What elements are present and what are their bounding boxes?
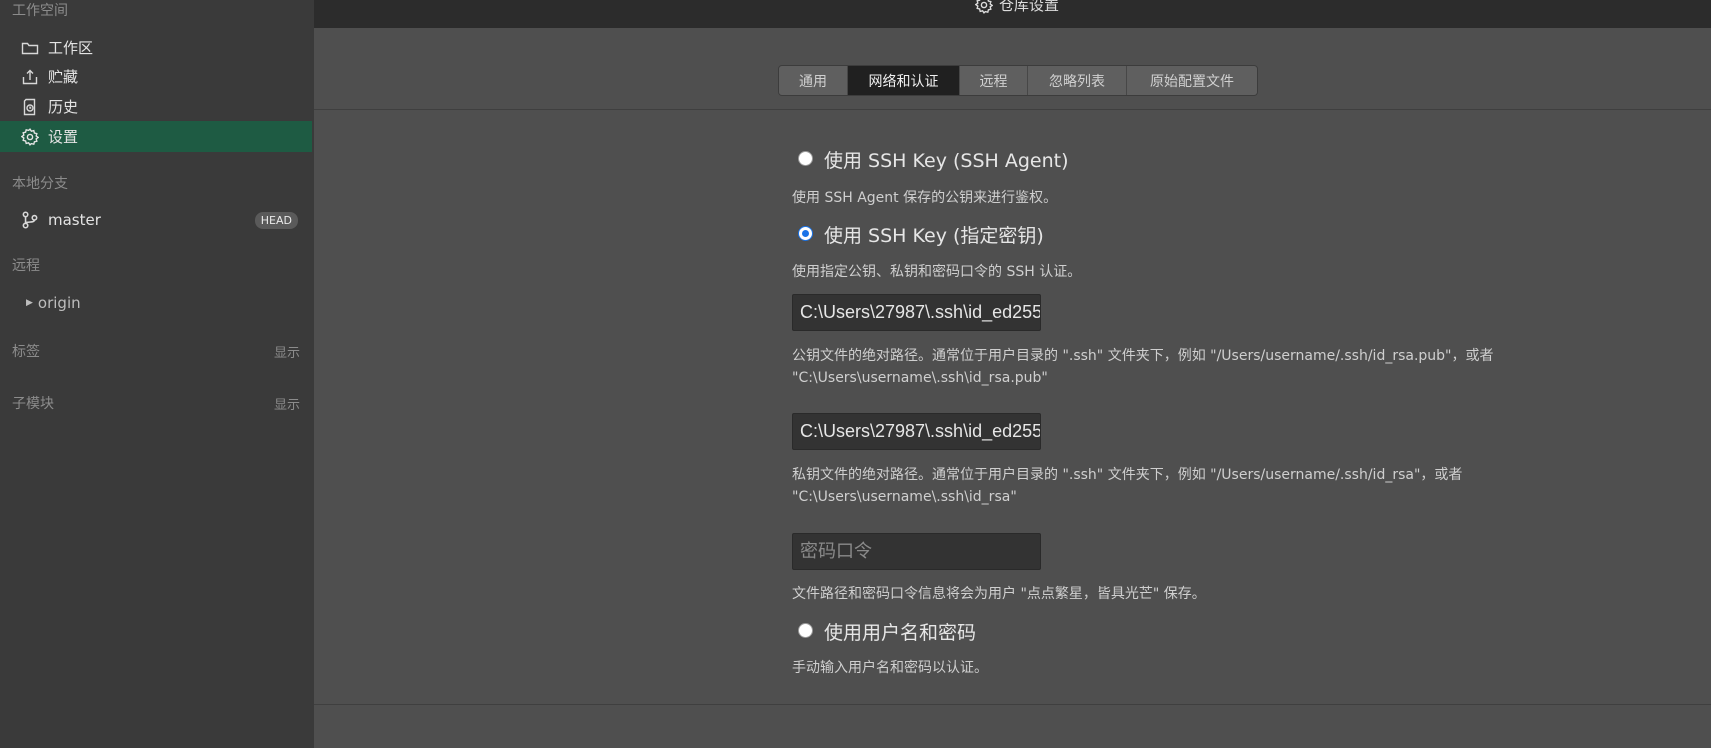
submodules-section-title: 子模块 bbox=[12, 396, 54, 412]
sidebar-item-label: 工作区 bbox=[48, 39, 94, 57]
remote-label: origin bbox=[37, 294, 81, 312]
tab-network-auth[interactable]: 网络和认证 bbox=[848, 66, 960, 95]
tab-raw-config[interactable]: 原始配置文件 bbox=[1127, 66, 1257, 95]
tab-remotes[interactable]: 远程 bbox=[960, 66, 1028, 95]
expand-triangle-icon[interactable]: ▶ bbox=[26, 298, 33, 308]
sidebar-item-stash[interactable]: 贮藏 bbox=[0, 61, 312, 92]
sidebar-item-label: 设置 bbox=[48, 128, 79, 146]
folder-icon bbox=[20, 38, 40, 58]
remotes-section-title: 远程 bbox=[12, 258, 40, 274]
user-pass-radio[interactable] bbox=[798, 623, 813, 638]
user-pass-desc: 手动输入用户名和密码以认证。 bbox=[792, 660, 988, 676]
public-key-help-line2: "C:\Users\username\.ssh\id_rsa.pub" bbox=[792, 370, 1048, 386]
sidebar-item-workspace[interactable]: 工作区 bbox=[0, 32, 312, 63]
ssh-key-desc: 使用指定公钥、私钥和密码口令的 SSH 认证。 bbox=[792, 264, 1082, 280]
sidebar: 工作空间 工作区 贮藏 历史 设置 本地分支 master HEAD 远程 ▶ bbox=[0, 0, 314, 748]
gear-icon bbox=[975, 0, 993, 14]
settings-tabs: 通用 网络和认证 远程 忽略列表 原始配置文件 bbox=[778, 65, 1258, 96]
local-branches-section-title: 本地分支 bbox=[12, 176, 68, 192]
tags-section-title: 标签 bbox=[12, 344, 40, 360]
branch-icon bbox=[20, 210, 40, 230]
tab-ignore-list[interactable]: 忽略列表 bbox=[1028, 66, 1127, 95]
ssh-key-radio[interactable] bbox=[798, 226, 813, 241]
remote-item-origin[interactable]: ▶ origin bbox=[26, 294, 81, 312]
sidebar-item-label: 贮藏 bbox=[48, 68, 79, 86]
public-key-help: 公钥文件的绝对路径。通常位于用户目录的 ".ssh" 文件夹下，例如 "/Use… bbox=[792, 345, 1494, 389]
tags-show-button[interactable]: 显示 bbox=[274, 342, 300, 361]
sidebar-item-settings[interactable]: 设置 bbox=[0, 121, 312, 152]
user-pass-label: 使用用户名和密码 bbox=[824, 622, 977, 644]
public-key-path-input[interactable]: C:\Users\27987\.ssh\id_ed255 bbox=[792, 294, 1041, 331]
private-key-path-input[interactable]: C:\Users\27987\.ssh\id_ed255 bbox=[792, 413, 1041, 450]
sidebar-item-history[interactable]: 历史 bbox=[0, 91, 312, 122]
private-key-help-line1: 私钥文件的绝对路径。通常位于用户目录的 ".ssh" 文件夹下，例如 "/Use… bbox=[792, 467, 1463, 483]
submodules-show-button[interactable]: 显示 bbox=[274, 394, 300, 413]
branch-label: master bbox=[48, 211, 101, 229]
ssh-key-label: 使用 SSH Key (指定密钥) bbox=[824, 225, 1044, 247]
ssh-agent-label: 使用 SSH Key (SSH Agent) bbox=[824, 150, 1069, 172]
save-note: 文件路径和密码口令信息将会为用户 "点点繁星，皆具光芒" 保存。 bbox=[792, 586, 1206, 602]
tab-general[interactable]: 通用 bbox=[779, 66, 848, 95]
divider bbox=[314, 704, 1711, 705]
head-badge: HEAD bbox=[254, 212, 298, 229]
private-key-help-line2: "C:\Users\username\.ssh\id_rsa" bbox=[792, 489, 1017, 505]
private-key-help: 私钥文件的绝对路径。通常位于用户目录的 ".ssh" 文件夹下，例如 "/Use… bbox=[792, 464, 1462, 508]
stash-icon bbox=[20, 67, 40, 87]
passphrase-input[interactable] bbox=[792, 533, 1041, 570]
history-icon bbox=[20, 97, 40, 117]
gear-icon bbox=[20, 127, 40, 147]
page-title: 仓库设置 bbox=[975, 0, 1059, 15]
ssh-agent-radio[interactable] bbox=[798, 151, 813, 166]
divider bbox=[314, 109, 1711, 110]
sidebar-item-label: 历史 bbox=[48, 98, 79, 116]
branch-item-master[interactable]: master HEAD bbox=[0, 204, 312, 236]
ssh-agent-desc: 使用 SSH Agent 保存的公钥来进行鉴权。 bbox=[792, 190, 1058, 206]
workspace-section-title: 工作空间 bbox=[12, 3, 68, 19]
public-key-help-line1: 公钥文件的绝对路径。通常位于用户目录的 ".ssh" 文件夹下，例如 "/Use… bbox=[792, 348, 1494, 364]
page-title-text: 仓库设置 bbox=[999, 0, 1060, 14]
